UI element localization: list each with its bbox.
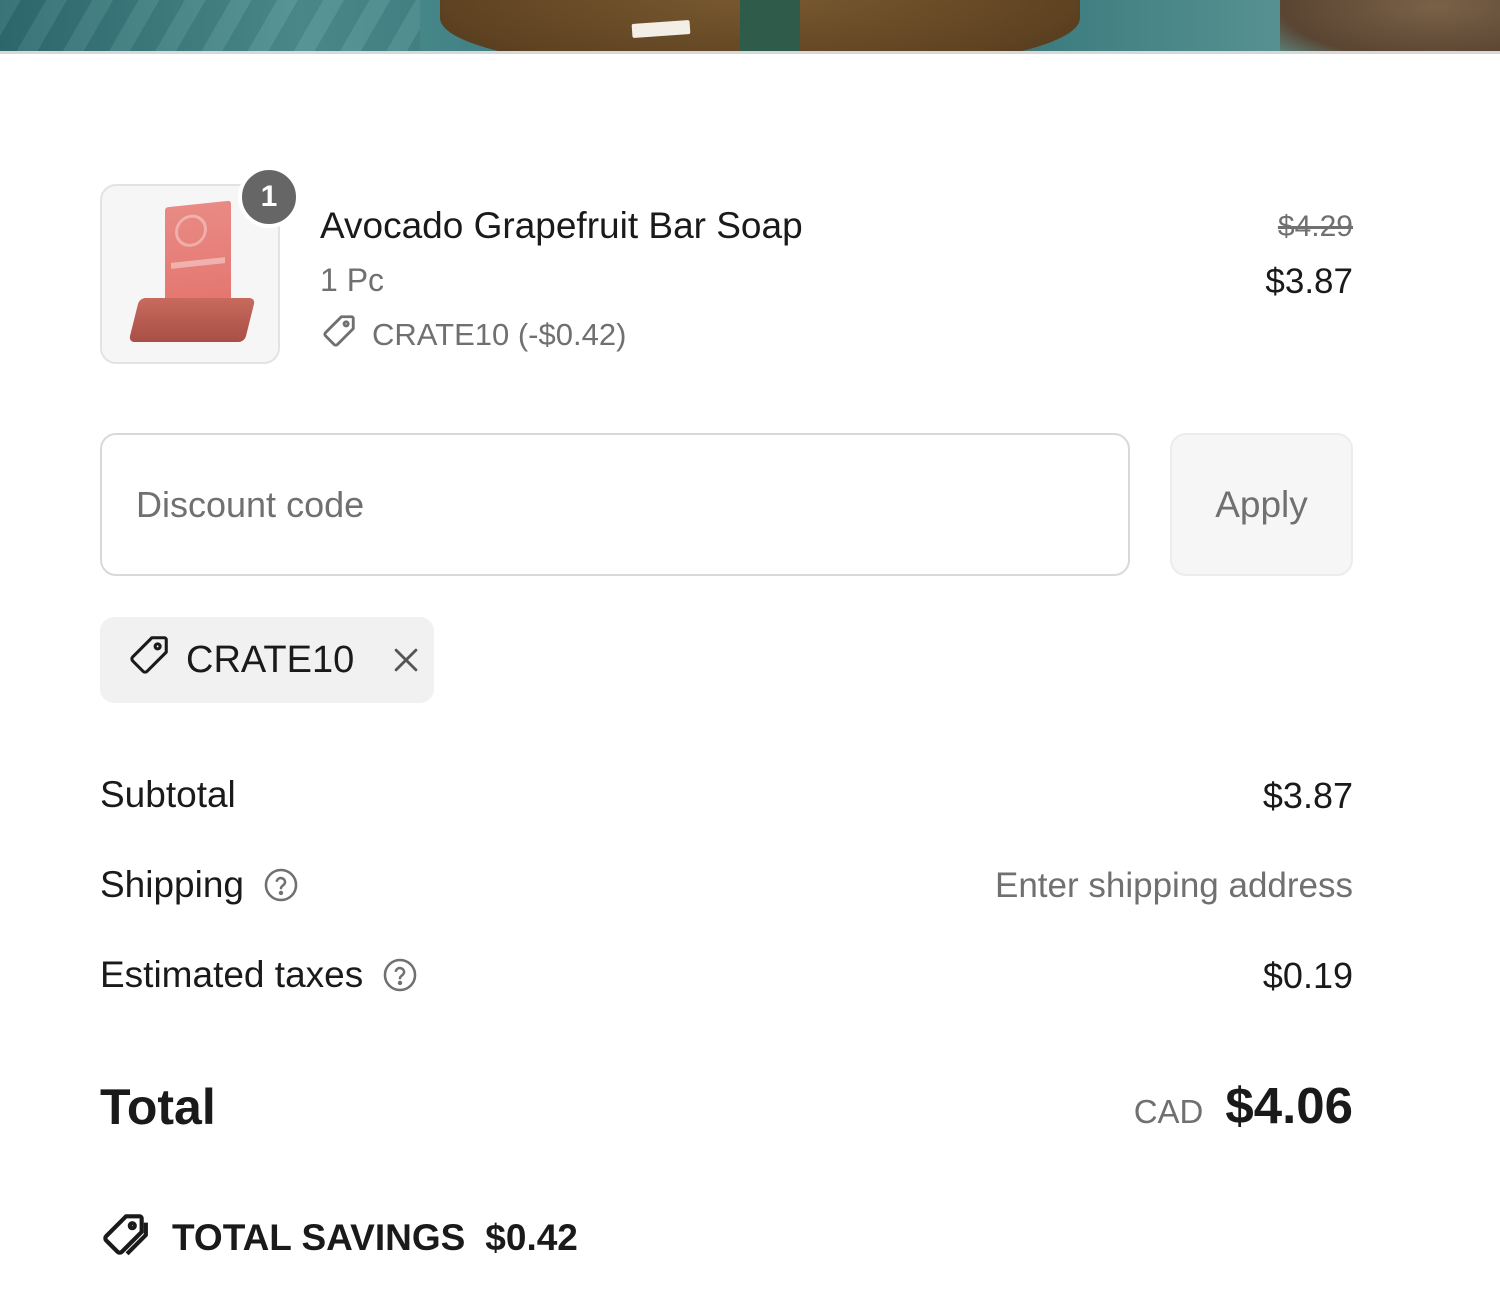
soap-bar-image [128,298,256,342]
savings-amount: $0.42 [485,1216,578,1258]
discount-code-input[interactable] [100,433,1130,576]
product-variant: 1 Pc [320,262,385,298]
soap-box-image [165,200,231,312]
applied-code-label: CRATE10 [186,638,355,681]
total-amount: $4.06 [1225,1077,1353,1134]
taxes-value: $0.19 [1262,955,1353,996]
savings-tag-icon [100,1208,150,1267]
close-icon[interactable] [386,640,426,680]
apply-button[interactable]: Apply [1170,433,1353,576]
subtotal-label: Subtotal [100,774,236,816]
taxes-label: Estimated taxes [100,954,419,996]
hero-banner-image [0,0,1500,54]
original-price: $4.29 [1277,210,1353,243]
banner-divider [0,51,1500,54]
savings-label: TOTAL SAVINGS [172,1216,466,1258]
total-label: Total [100,1079,216,1135]
taxes-label-text: Estimated taxes [100,954,364,995]
product-discount-label: CRATE10 (-$0.42) [372,317,627,352]
applied-discount-chip: CRATE10 [100,617,434,703]
subtotal-value: $3.87 [1262,775,1353,816]
quantity-badge: 1 [238,166,300,228]
total-value: CAD $4.06 [1134,1076,1353,1135]
subtotal-label-text: Subtotal [100,774,236,815]
total-savings: TOTAL SAVINGS $0.42 [100,1208,578,1267]
soap-box-swirl [175,213,207,249]
total-currency: CAD [1133,1093,1204,1130]
current-price: $3.87 [1265,262,1353,301]
tag-icon [320,312,358,358]
shipping-value: Enter shipping address [995,866,1353,905]
product-discount: CRATE10 (-$0.42) [320,312,626,358]
tag-icon [126,632,172,688]
banner-shirt [740,0,800,54]
question-circle-icon[interactable] [262,866,300,904]
soap-box-band [171,257,225,269]
banner-texture [0,0,420,54]
banner-fur [1280,0,1500,54]
shipping-label-text: Shipping [100,864,245,905]
product-title: Avocado Grapefruit Bar Soap [320,205,803,246]
question-circle-icon[interactable] [381,956,419,994]
shipping-label: Shipping [100,864,300,906]
